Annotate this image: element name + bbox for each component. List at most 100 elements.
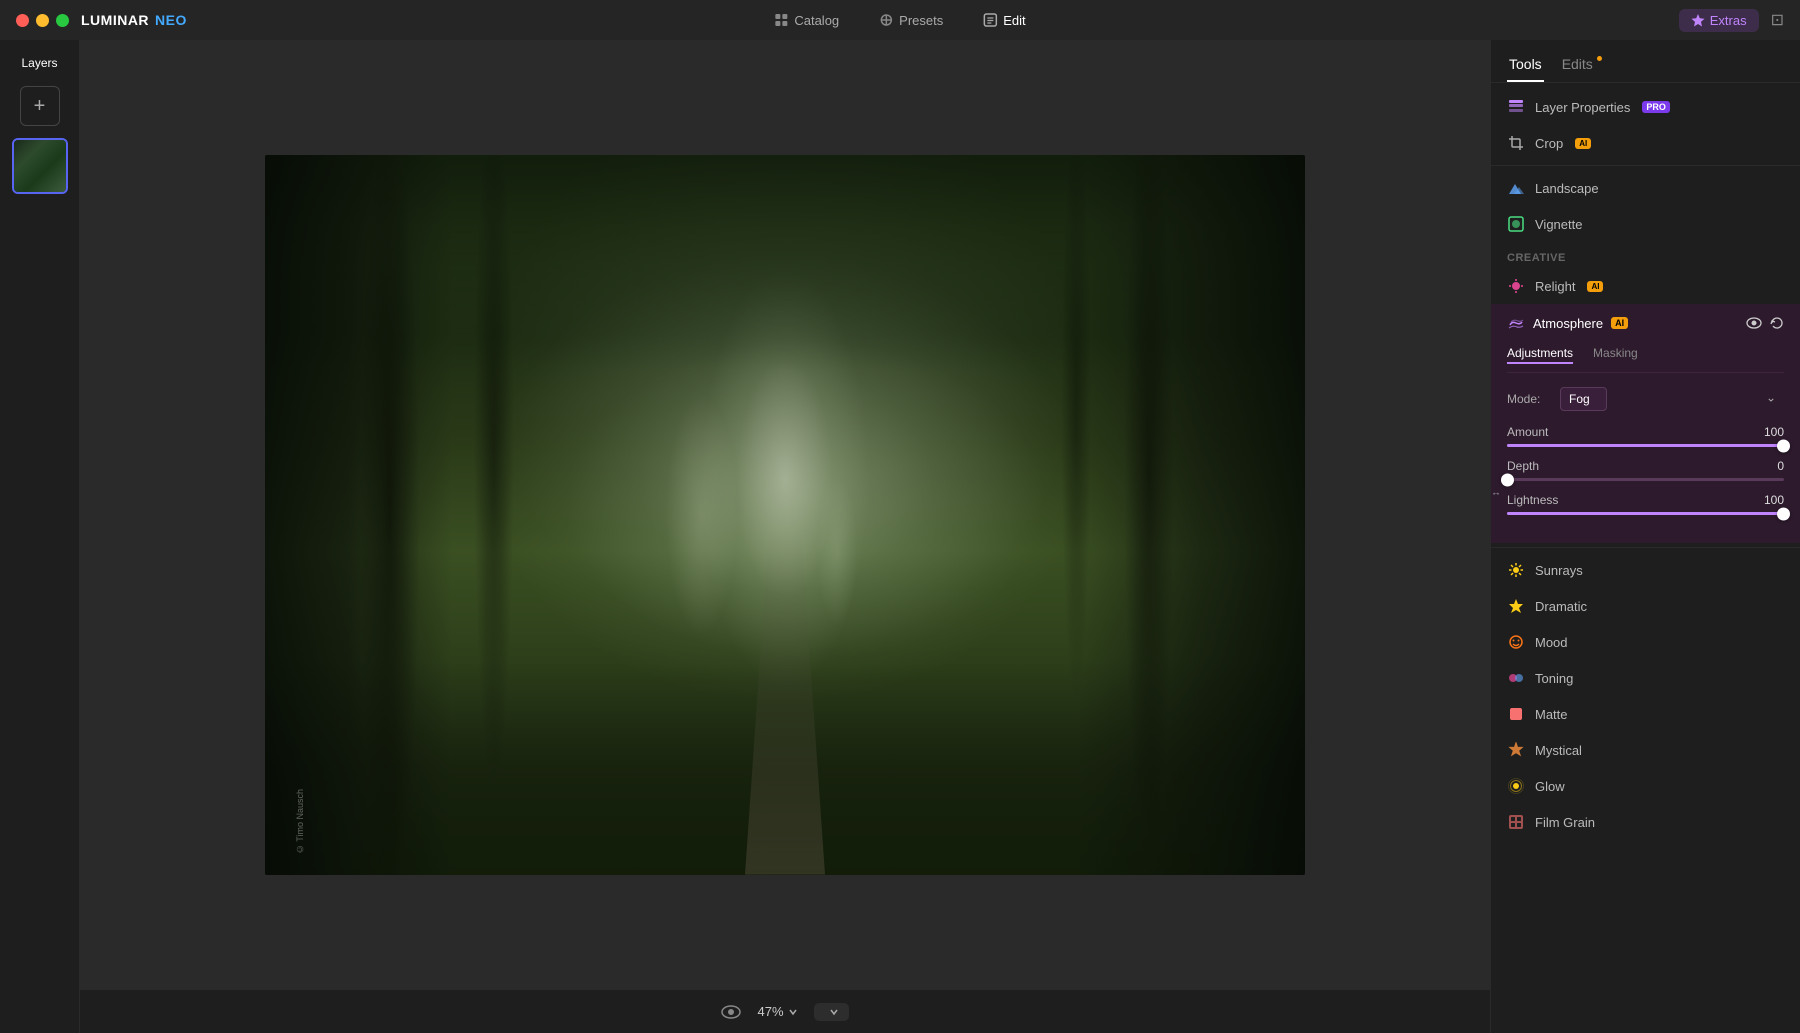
close-button[interactable] [16,14,29,27]
window-icon[interactable]: ⊡ [1771,10,1784,30]
app-logo: LUMINAR NEO [81,12,187,28]
mystical-label: Mystical [1535,743,1582,758]
relight-icon [1507,277,1525,295]
canvas-bottom-bar: 47% [80,989,1490,1033]
edits-tab[interactable]: Edits [1560,50,1595,82]
layers-panel: Layers + [0,40,80,1033]
tool-item-glow[interactable]: Glow [1491,768,1800,804]
actions-button[interactable] [814,1003,849,1021]
add-layer-button[interactable]: + [20,86,60,126]
photo-watermark: © Timo Nausch [295,789,305,854]
glow-icon [1507,777,1525,795]
sunrays-label: Sunrays [1535,563,1583,578]
depth-slider-thumb[interactable]: ↔ [1501,473,1514,486]
depth-value: 0 [1777,459,1784,473]
mode-row: Mode: Fog Mist Haze [1507,387,1784,411]
amount-slider-thumb[interactable] [1777,439,1790,452]
visibility-toggle[interactable] [721,1005,741,1019]
matte-label: Matte [1535,707,1568,722]
masking-tab[interactable]: Masking [1593,346,1638,364]
adjustments-tab[interactable]: Adjustments [1507,346,1573,364]
mode-select-wrapper: Fog Mist Haze [1560,387,1784,411]
tool-item-toning[interactable]: Toning [1491,660,1800,696]
atmosphere-header[interactable]: Atmosphere AI [1491,304,1800,342]
presets-button[interactable]: Presets [859,8,963,33]
tool-item-crop[interactable]: Crop AI [1491,125,1800,161]
amount-slider-header: Amount 100 [1507,425,1784,439]
vignette-icon [1507,215,1525,233]
catalog-button[interactable]: Catalog [754,8,859,33]
tool-item-landscape[interactable]: Landscape [1491,170,1800,206]
tool-item-mood[interactable]: Mood [1491,624,1800,660]
lightness-slider-track[interactable] [1507,512,1784,515]
depth-label: Depth [1507,459,1539,473]
extras-label: Extras [1710,13,1747,28]
mode-label: Mode: [1507,392,1552,406]
lightness-label: Lightness [1507,493,1558,507]
extras-icon [1691,13,1705,27]
creative-section-label: Creative [1491,242,1800,268]
right-panel: Tools Edits Layer Properties PRO [1490,40,1800,1033]
dramatic-label: Dramatic [1535,599,1587,614]
divider-2 [1491,547,1800,548]
tool-item-dramatic[interactable]: Dramatic [1491,588,1800,624]
mood-label: Mood [1535,635,1568,650]
canvas-container: © Timo Nausch [80,40,1490,989]
dramatic-icon [1507,597,1525,615]
traffic-lights [16,14,69,27]
zoom-chevron-icon [788,1007,798,1017]
edits-dot [1597,56,1602,61]
maximize-button[interactable] [56,14,69,27]
layer-thumbnail[interactable] [12,138,68,194]
glow-label: Glow [1535,779,1565,794]
panel-tabs: Tools Edits [1491,40,1800,83]
presets-label: Presets [899,13,943,28]
relight-badge: AI [1587,281,1603,292]
toning-icon [1507,669,1525,687]
zoom-control[interactable]: 47% [757,1004,797,1019]
atmosphere-title: Atmosphere AI [1533,316,1738,331]
minimize-button[interactable] [36,14,49,27]
extras-button[interactable]: Extras [1679,9,1759,32]
zoom-value: 47% [757,1004,783,1019]
edit-button[interactable]: Edit [963,8,1045,33]
layers-title: Layers [8,52,71,74]
amount-value: 100 [1764,425,1784,439]
landscape-icon [1507,179,1525,197]
tool-item-layer-properties[interactable]: Layer Properties PRO [1491,89,1800,125]
depth-slider-track[interactable]: ↔ [1507,478,1784,481]
catalog-label: Catalog [794,13,839,28]
atmosphere-controls [1746,316,1784,330]
presets-icon [879,13,893,27]
atmosphere-reset-btn[interactable] [1770,316,1784,330]
relight-label: Relight [1535,279,1575,294]
tools-section: Layer Properties PRO Crop AI [1491,83,1800,846]
amount-slider-row: Amount 100 [1507,425,1784,447]
crop-badge: AI [1575,138,1591,149]
atmosphere-ai-badge: AI [1611,317,1628,329]
layers-icon [1507,98,1525,116]
lightness-slider-thumb[interactable] [1777,507,1790,520]
matte-icon [1507,705,1525,723]
tool-item-matte[interactable]: Matte [1491,696,1800,732]
atmosphere-visibility-btn[interactable] [1746,317,1762,329]
tool-item-film-grain[interactable]: Film Grain [1491,804,1800,840]
film-grain-icon [1507,813,1525,831]
depth-slider-header: Depth 0 [1507,459,1784,473]
tool-item-mystical[interactable]: Mystical [1491,732,1800,768]
divider-1 [1491,165,1800,166]
atmosphere-section: Atmosphere AI [1491,304,1800,543]
vignette-label: Vignette [1535,217,1582,232]
main-layout: Layers + © Timo Nausch [0,40,1800,1033]
tool-item-sunrays[interactable]: Sunrays [1491,552,1800,588]
amount-slider-track[interactable] [1507,444,1784,447]
tool-item-relight[interactable]: Relight AI [1491,268,1800,304]
crop-icon [1507,134,1525,152]
tool-item-vignette[interactable]: Vignette [1491,206,1800,242]
photo-canvas[interactable]: © Timo Nausch [265,155,1305,875]
film-grain-label: Film Grain [1535,815,1595,830]
tools-tab[interactable]: Tools [1507,50,1544,82]
lightness-value: 100 [1764,493,1784,507]
mode-select[interactable]: Fog Mist Haze [1560,387,1607,411]
edit-label: Edit [1003,13,1025,28]
